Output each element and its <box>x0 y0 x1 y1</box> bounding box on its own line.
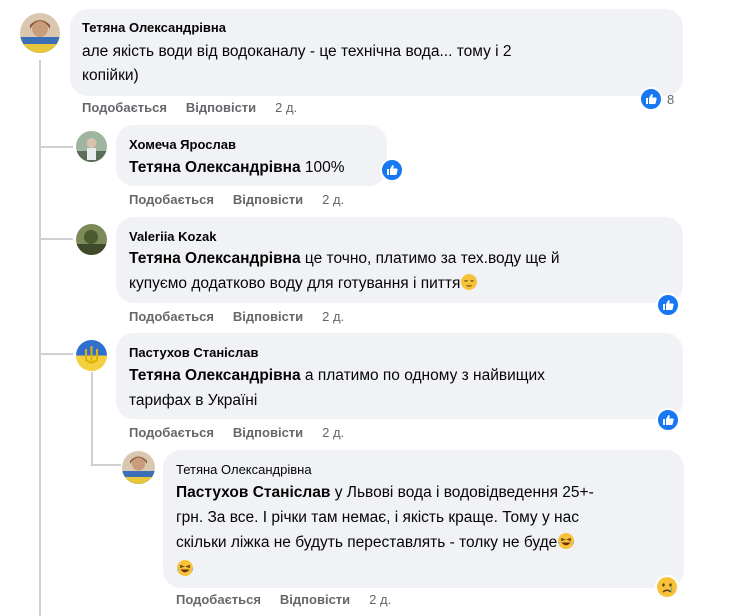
comment-text-line-3: скільки ліжка не будуть переставлять - т… <box>176 530 575 556</box>
comment-actions: Подобається Відповісти 2 д. <box>82 100 297 115</box>
comment-author[interactable]: Тетяна Олександрівна <box>176 462 312 477</box>
like-reaction-icon[interactable] <box>639 87 663 111</box>
comment-text-line-1: Пастухов Станіслав у Львові вода і водов… <box>176 484 594 501</box>
comment-author[interactable]: Valeriia Kozak <box>129 229 216 244</box>
reply-button[interactable]: Відповісти <box>186 100 256 115</box>
comment-text-line-1: Тетяна Олександрівна це точно, платимо з… <box>129 250 560 267</box>
mention-link[interactable]: Пастухов Станіслав <box>176 484 330 501</box>
comment-text-line-1: Тетяна Олександрівна а платимо по одному… <box>129 367 545 384</box>
timestamp[interactable]: 2 д. <box>322 425 344 440</box>
comment-actions: Подобається Відповісти 2 д. <box>176 592 391 607</box>
thread-line-main <box>39 60 41 616</box>
comment-text-line-2: копійки) <box>82 67 139 84</box>
timestamp[interactable]: 2 д. <box>322 309 344 324</box>
avatar[interactable] <box>76 340 107 371</box>
relieved-face-icon <box>461 274 478 290</box>
like-button[interactable]: Подобається <box>176 592 261 607</box>
comment-actions: Подобається Відповісти 2 д. <box>129 192 344 207</box>
like-reaction-icon[interactable] <box>380 158 404 182</box>
reply-button[interactable]: Відповісти <box>233 425 303 440</box>
avatar[interactable] <box>76 224 107 255</box>
comment-author[interactable]: Тетяна Олександрівна <box>82 20 226 35</box>
like-button[interactable]: Подобається <box>129 309 214 324</box>
timestamp[interactable]: 2 д. <box>369 592 391 607</box>
comment-text-line-1: але якість води від водоканалу - це техн… <box>82 43 512 60</box>
reply-button[interactable]: Відповісти <box>233 309 303 324</box>
mention-link[interactable]: Тетяна Олександрівна <box>129 367 301 384</box>
reply-button[interactable]: Відповісти <box>280 592 350 607</box>
mention-link[interactable]: Тетяна Олександрівна <box>129 250 301 267</box>
thread-branch-1 <box>39 146 73 148</box>
comment-text-line-2: грн. За все. І річки там немає, і якість… <box>176 509 579 526</box>
like-reaction-icon[interactable] <box>656 408 680 432</box>
comment-text-line-2: тарифах в Україні <box>129 392 258 409</box>
mention-link[interactable]: Тетяна Олександрівна <box>129 159 301 176</box>
comment-text-line-4 <box>176 559 194 579</box>
like-button[interactable]: Подобається <box>129 192 214 207</box>
comment-author[interactable]: Хомеча Ярослав <box>129 137 236 152</box>
avatar[interactable] <box>20 13 60 53</box>
thread-branch-3 <box>39 353 73 355</box>
laughing-tears-icon <box>177 560 193 576</box>
avatar[interactable] <box>122 451 155 484</box>
thread-branch-sub <box>91 464 121 466</box>
comment-author[interactable]: Пастухов Станіслав <box>129 345 259 360</box>
comment-actions: Подобається Відповісти 2 д. <box>129 425 344 440</box>
timestamp[interactable]: 2 д. <box>322 192 344 207</box>
thread-line-sub <box>91 372 93 465</box>
like-button[interactable]: Подобається <box>129 425 214 440</box>
like-button[interactable]: Подобається <box>82 100 167 115</box>
avatar[interactable] <box>76 131 107 162</box>
thread-branch-2 <box>39 238 73 240</box>
comment-actions: Подобається Відповісти 2 д. <box>129 309 344 324</box>
sad-reaction-icon[interactable] <box>655 575 679 599</box>
comment-text: Тетяна Олександрівна 100% <box>129 159 345 176</box>
reactions-count[interactable]: 8 <box>667 92 674 107</box>
timestamp[interactable]: 2 д. <box>275 100 297 115</box>
comment-text-line-2: купуємо додатково воду для готування і п… <box>129 271 478 297</box>
like-reaction-icon[interactable] <box>656 293 680 317</box>
laughing-tears-icon <box>558 533 575 549</box>
reply-button[interactable]: Відповісти <box>233 192 303 207</box>
